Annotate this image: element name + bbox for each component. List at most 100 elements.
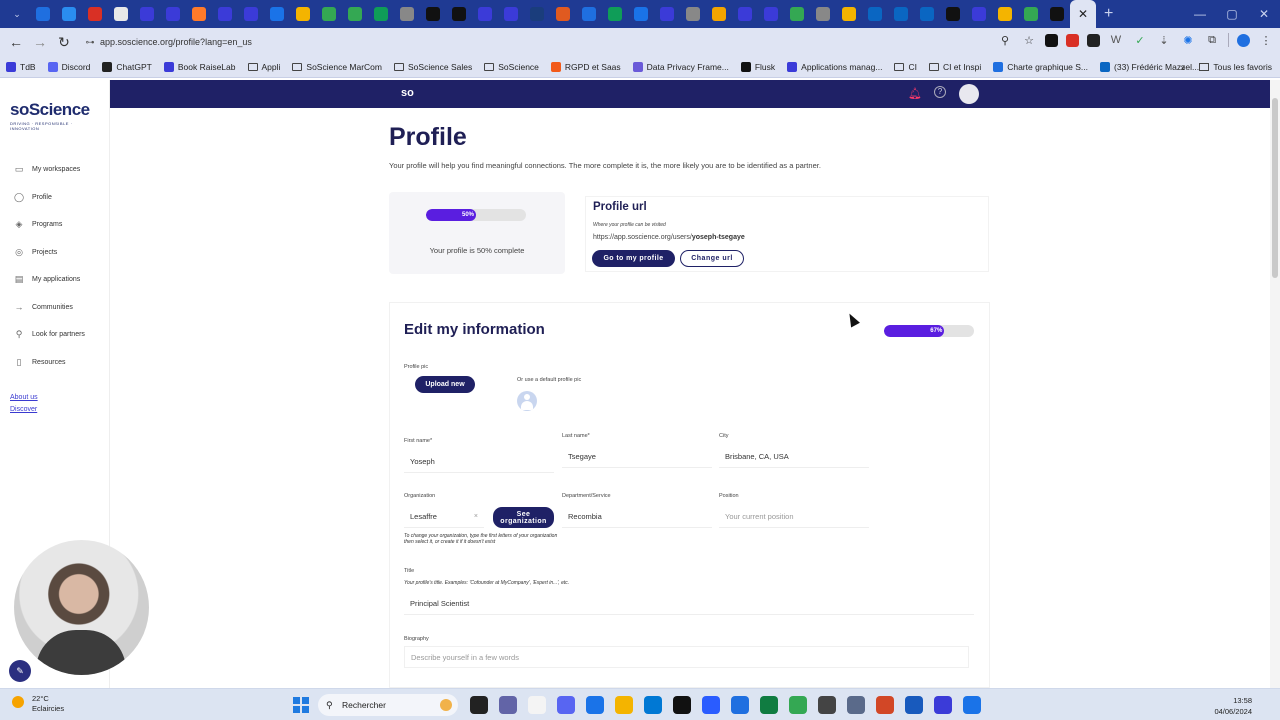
see-organization-button[interactable]: See organization <box>493 507 554 528</box>
browser-tab[interactable] <box>576 1 602 27</box>
windows-start-icon[interactable] <box>293 697 309 713</box>
taskbar-search[interactable]: ⚲ Rechercher <box>318 694 458 716</box>
extension-icon[interactable]: ⇣ <box>1156 32 1172 48</box>
browser-tab[interactable] <box>888 1 914 27</box>
help-icon[interactable]: ? <box>934 86 946 98</box>
bookmark-item[interactable]: SoScience Sales <box>394 62 472 72</box>
discover-link[interactable]: Discover <box>10 404 38 416</box>
bookmark-item[interactable]: CI <box>894 62 917 72</box>
sidebar-item-resources[interactable]: ▯ Resources <box>14 349 85 377</box>
sidebar-item-profile[interactable]: ◯ Profile <box>14 184 85 212</box>
browser-tab[interactable] <box>472 1 498 27</box>
taskbar-app-icon[interactable] <box>847 696 865 714</box>
organization-input[interactable]: Lesaffre × <box>404 506 484 528</box>
weather-widget[interactable]: 22°C Eclaircies <box>12 694 64 714</box>
browser-tab[interactable] <box>82 1 108 27</box>
taskbar-app-icon[interactable] <box>731 696 749 714</box>
browser-menu-icon[interactable]: ⋮ <box>1258 32 1274 48</box>
browser-tab[interactable] <box>758 1 784 27</box>
bookmark-item[interactable]: Applications manag... <box>787 61 882 72</box>
bookmark-item[interactable]: SoScience <box>484 62 539 72</box>
bookmark-item[interactable]: Charte graphique S... <box>993 61 1088 72</box>
browser-tab[interactable] <box>342 1 368 27</box>
bookmark-item[interactable]: Book RaiseLab <box>163 61 236 72</box>
topbar-logo[interactable]: so <box>401 87 414 99</box>
browser-tab[interactable] <box>420 1 446 27</box>
bookmark-star-icon[interactable]: ☆ <box>1021 32 1037 48</box>
site-info-icon[interactable]: ⊶ <box>80 37 100 48</box>
minimize-icon[interactable]: — <box>1184 0 1216 28</box>
extensions-puzzle-icon[interactable]: ⧉ <box>1204 32 1220 48</box>
browser-tab[interactable] <box>134 1 160 27</box>
browser-tab[interactable] <box>238 1 264 27</box>
taskbar-app-icon[interactable] <box>789 696 807 714</box>
bookmark-item[interactable]: SoScience MarCom <box>292 62 382 72</box>
back-icon[interactable]: ← <box>4 34 28 50</box>
bookmark-item[interactable]: Data Privacy Frame... <box>632 61 729 72</box>
forward-icon[interactable]: → <box>28 34 52 50</box>
browser-tab[interactable] <box>550 1 576 27</box>
browser-tab[interactable] <box>602 1 628 27</box>
bookmark-item[interactable]: CI et Inspi <box>928 62 981 72</box>
soscience-logo[interactable]: soScience DRIVING · RESPONSIBLE · INNOVA… <box>10 100 100 131</box>
browser-tab[interactable] <box>30 1 56 27</box>
browser-tab[interactable] <box>368 1 394 27</box>
taskbar-app-icon[interactable] <box>702 696 720 714</box>
tab-active[interactable]: ✕ <box>1070 0 1096 28</box>
taskbar-app-icon[interactable] <box>934 696 952 714</box>
taskbar-app-icon[interactable] <box>673 696 691 714</box>
taskbar-app-icon[interactable] <box>905 696 923 714</box>
all-bookmarks-folder[interactable]: Tous les favoris <box>1199 62 1272 72</box>
taskbar-app-icon[interactable] <box>470 696 488 714</box>
close-tab-icon[interactable]: ✕ <box>1078 7 1088 21</box>
extension-icon[interactable]: ✓ <box>1132 32 1148 48</box>
sidebar-item-communities[interactable]: → Communities <box>14 294 85 322</box>
maximize-icon[interactable]: ▢ <box>1216 0 1248 28</box>
sidebar-item-projects[interactable]: ◎ Projects <box>14 239 85 267</box>
taskbar-app-icon[interactable] <box>615 696 633 714</box>
taskbar-app-icon[interactable] <box>586 696 604 714</box>
system-clock[interactable]: 13:58 04/06/2024 <box>1214 695 1252 717</box>
page-scrollbar[interactable] <box>1270 80 1280 688</box>
browser-tab[interactable] <box>680 1 706 27</box>
taskbar-app-icon[interactable] <box>499 696 517 714</box>
taskbar-app-icon[interactable] <box>760 696 778 714</box>
browser-tab[interactable] <box>966 1 992 27</box>
bookmark-item[interactable]: RGPD et Saas <box>550 61 621 72</box>
go-to-profile-button[interactable]: Go to my profile <box>592 250 675 267</box>
biography-textarea[interactable]: Describe yourself in a few words <box>404 646 969 668</box>
scrollbar-thumb[interactable] <box>1272 98 1278 278</box>
browser-tab[interactable] <box>524 1 550 27</box>
city-input[interactable]: Brisbane, CA, USA <box>719 446 869 468</box>
taskbar-app-icon[interactable] <box>644 696 662 714</box>
position-input[interactable]: Your current position <box>719 506 869 528</box>
extension-icon[interactable] <box>1045 33 1058 47</box>
extension-icon[interactable] <box>1066 33 1079 47</box>
taskbar-app-icon[interactable] <box>876 696 894 714</box>
upload-new-button[interactable]: Upload new <box>415 376 475 393</box>
browser-tab[interactable] <box>836 1 862 27</box>
browser-tab[interactable] <box>628 1 654 27</box>
browser-tab[interactable] <box>498 1 524 27</box>
browser-tab[interactable] <box>992 1 1018 27</box>
last-name-input[interactable]: Tsegaye <box>562 446 712 468</box>
browser-tab[interactable] <box>862 1 888 27</box>
zoom-icon[interactable]: ⚲ <box>997 32 1013 48</box>
address-bar[interactable]: ⊶ app.soscience.org/profile?lang=en_us <box>80 31 1000 53</box>
browser-tab[interactable] <box>940 1 966 27</box>
bookmarks-more-button[interactable]: » <box>1181 62 1186 72</box>
browser-tab[interactable] <box>108 1 134 27</box>
recorder-icon[interactable]: ✎ <box>9 660 31 682</box>
browser-tab[interactable] <box>1044 1 1070 27</box>
taskbar-app-icon[interactable] <box>528 696 546 714</box>
browser-tab[interactable] <box>264 1 290 27</box>
title-input[interactable]: Principal Scientist <box>404 593 974 615</box>
bookmark-item[interactable]: Appli <box>247 62 280 72</box>
first-name-input[interactable]: Yoseph <box>404 451 554 473</box>
browser-tab[interactable] <box>160 1 186 27</box>
department-input[interactable]: Recombia <box>562 506 712 528</box>
browser-tab[interactable] <box>316 1 342 27</box>
browser-tab[interactable] <box>732 1 758 27</box>
browser-tab[interactable] <box>56 1 82 27</box>
taskbar-app-icon[interactable] <box>818 696 836 714</box>
